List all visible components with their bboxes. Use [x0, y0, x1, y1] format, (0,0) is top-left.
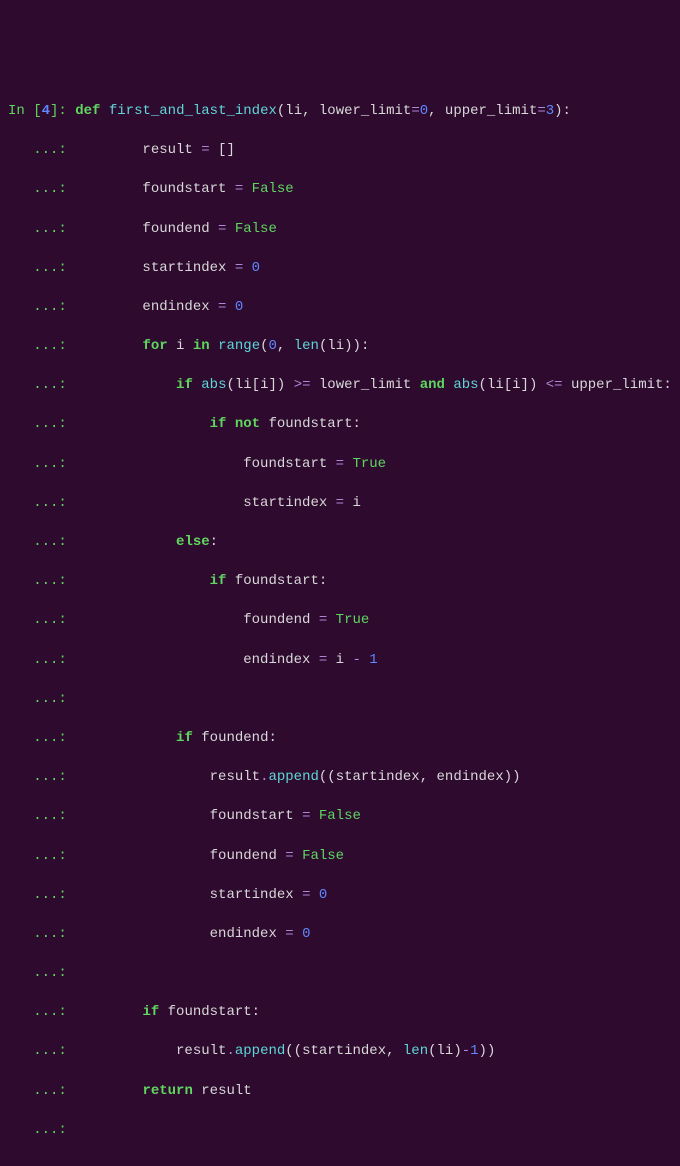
- in-prompt: In [4]:: [8, 103, 75, 119]
- cont-prompt: ...:: [8, 142, 75, 158]
- code-cell-4: In [4]: def first_and_last_index(li, low…: [8, 82, 672, 1160]
